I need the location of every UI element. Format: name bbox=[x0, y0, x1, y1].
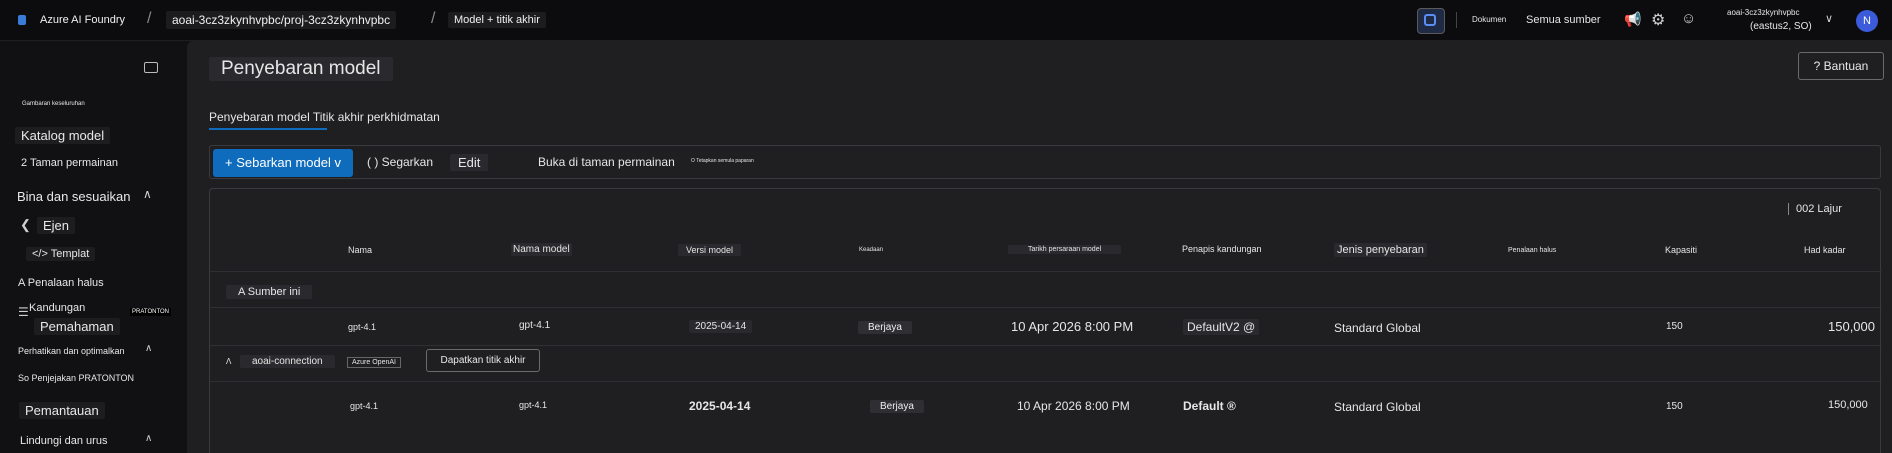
header-status[interactable]: Keadaan bbox=[859, 247, 883, 253]
gear-icon[interactable]: ⚙ bbox=[1651, 10, 1665, 30]
sidebar-item-overview[interactable]: Gambaran keseluruhan bbox=[22, 101, 85, 107]
deployments-table: 002 Lajur Nama Nama model Versi model Ke… bbox=[209, 188, 1882, 453]
copilot-button[interactable] bbox=[1417, 8, 1445, 34]
sidebar-item-content[interactable]: Kandungan bbox=[29, 302, 85, 314]
account-region[interactable]: (eastus2, SO) bbox=[1750, 21, 1812, 32]
table-row-filter[interactable]: DefaultV2 @ bbox=[1183, 319, 1260, 335]
docs-link[interactable]: Dokumen bbox=[1472, 15, 1506, 24]
table-row-type: Standard Global bbox=[1334, 321, 1421, 335]
header-capacity[interactable]: Kapasiti bbox=[1665, 245, 1697, 255]
smiley-icon[interactable]: ☺ bbox=[1681, 10, 1696, 27]
breadcrumb-separator: / bbox=[147, 10, 152, 27]
divider bbox=[210, 271, 1882, 272]
sidebar-item-catalog[interactable]: Katalog model bbox=[15, 127, 111, 144]
table-row-capacity: 150 bbox=[1666, 321, 1683, 332]
agent-icon: ❮ bbox=[20, 217, 31, 232]
header-content-filter[interactable]: Penapis kandungan bbox=[1182, 244, 1262, 254]
table-row-name[interactable]: gpt-4.1 bbox=[350, 401, 378, 411]
sidebar-item-playground[interactable]: 2 Taman permainan bbox=[21, 157, 118, 169]
megaphone-icon[interactable]: 📢 bbox=[1624, 11, 1641, 28]
breadcrumb-project[interactable]: aoai-3cz3zkynhvpbc/proj-3cz3zkynhvpbc bbox=[166, 11, 397, 29]
top-bar: Azure AI Foundry / aoai-3cz3zkynhvpbc/pr… bbox=[0, 0, 1892, 41]
breadcrumb-separator: / bbox=[431, 10, 436, 27]
sidebar-section-build[interactable]: Bina dan sesuaikan bbox=[17, 189, 130, 204]
avatar[interactable]: N bbox=[1856, 10, 1878, 32]
divider bbox=[210, 307, 1882, 308]
page-title: Penyebaran model bbox=[209, 57, 393, 81]
status-badge: Berjaya bbox=[870, 400, 924, 413]
sidebar-section-observe[interactable]: Perhatikan dan optimalkan bbox=[18, 346, 125, 356]
avatar-initial: N bbox=[1863, 15, 1871, 27]
columns-button[interactable]: 002 Lajur bbox=[1796, 203, 1842, 215]
columns-divider bbox=[1788, 203, 1789, 215]
table-row-type: Standard Global bbox=[1334, 400, 1421, 414]
chevron-up-icon[interactable]: ∧ bbox=[145, 343, 152, 354]
sidebar-item-tracing[interactable]: So Penjejakan PRATONTON bbox=[18, 373, 134, 383]
main-panel: Penyebaran model ? Bantuan Penyebaran mo… bbox=[187, 40, 1892, 453]
sidebar-item-agents[interactable]: Ejen bbox=[37, 217, 76, 234]
header-fine-tuning[interactable]: Penalaan halus bbox=[1508, 247, 1556, 254]
expand-icon[interactable]: Λ bbox=[226, 357, 231, 366]
header-retirement-date[interactable]: Tarikh persaraan model bbox=[1008, 245, 1122, 254]
content-icon: ☰ bbox=[18, 305, 29, 319]
table-row-rate-limit: 150,000 bbox=[1828, 319, 1875, 334]
divider bbox=[210, 381, 1882, 382]
table-row-capacity: 150 bbox=[1666, 401, 1683, 412]
connection-name[interactable]: aoai-connection bbox=[240, 355, 335, 368]
breadcrumb-current[interactable]: Model + titik akhir bbox=[448, 12, 546, 28]
group-header[interactable]: A Sumber ini bbox=[226, 285, 313, 299]
table-row-version: 2025-04-14 bbox=[689, 399, 751, 413]
toolbar: + Sebarkan model v ( ) Segarkan Edit Buk… bbox=[209, 145, 1881, 179]
table-row-retirement: 10 Apr 2026 8:00 PM bbox=[1011, 319, 1134, 334]
edit-button[interactable]: Edit bbox=[450, 154, 489, 171]
preview-badge: PRATONTON bbox=[130, 308, 172, 316]
all-resources-link[interactable]: Semua sumber bbox=[1526, 14, 1601, 26]
open-playground-button[interactable]: Buka di taman permainan bbox=[538, 155, 675, 169]
azure-logo-icon bbox=[18, 15, 26, 25]
sidebar-section-protect[interactable]: Lindungi dan urus bbox=[20, 435, 107, 447]
header-model-name[interactable]: Nama model bbox=[511, 243, 572, 256]
help-button[interactable]: ? Bantuan bbox=[1798, 52, 1884, 80]
chevron-up-icon[interactable]: ∧ bbox=[145, 433, 152, 444]
status-badge: Berjaya bbox=[858, 321, 912, 334]
chevron-down-icon[interactable]: ∨ bbox=[1825, 12, 1833, 25]
sidebar-item-finetune[interactable]: A Penalaan halus bbox=[18, 277, 104, 289]
get-endpoint-button[interactable]: Dapatkan titik akhir bbox=[426, 349, 540, 372]
chevron-up-icon[interactable]: ∧ bbox=[143, 187, 152, 201]
connection-type-badge: Azure OpenAI bbox=[347, 357, 401, 368]
table-row-retirement: 10 Apr 2026 8:00 PM bbox=[1017, 399, 1130, 413]
table-row-model: gpt-4.1 bbox=[519, 320, 551, 331]
sidebar-item-templates[interactable]: </> Templat bbox=[26, 247, 96, 261]
tab-underline bbox=[209, 128, 327, 130]
account-name[interactable]: aoai-3cz3zkynhvpbc bbox=[1727, 8, 1799, 17]
table-row-name[interactable]: gpt-4.1 bbox=[348, 322, 376, 332]
header-rate-limit[interactable]: Had kadar bbox=[1804, 245, 1846, 255]
sidebar-item-understanding[interactable]: Pemahaman bbox=[34, 318, 120, 335]
header-name[interactable]: Nama bbox=[348, 245, 372, 255]
table-row-model: gpt-4.1 bbox=[519, 400, 548, 410]
tab-deployments[interactable]: Penyebaran model Titik akhir perkhidmata… bbox=[209, 110, 440, 124]
deploy-model-button[interactable]: + Sebarkan model v bbox=[213, 149, 353, 177]
table-row-rate-limit: 150,000 bbox=[1828, 399, 1868, 411]
divider bbox=[1456, 12, 1457, 28]
collapse-sidebar-icon[interactable] bbox=[144, 62, 158, 73]
refresh-button[interactable]: ( ) Segarkan bbox=[367, 155, 433, 169]
header-model-version[interactable]: Versi model bbox=[678, 244, 742, 256]
sidebar-item-monitoring[interactable]: Pemantauan bbox=[19, 402, 105, 419]
table-row-version: 2025-04-14 bbox=[689, 320, 753, 333]
divider bbox=[210, 345, 1882, 346]
table-row-filter[interactable]: Default ® bbox=[1183, 399, 1236, 413]
copilot-icon bbox=[1424, 14, 1436, 26]
header-deployment-type[interactable]: Jenis penyebaran bbox=[1334, 243, 1427, 257]
brand-link[interactable]: Azure AI Foundry bbox=[40, 14, 125, 26]
reset-view-button[interactable]: O Tetapkan semula paparan bbox=[691, 158, 754, 164]
